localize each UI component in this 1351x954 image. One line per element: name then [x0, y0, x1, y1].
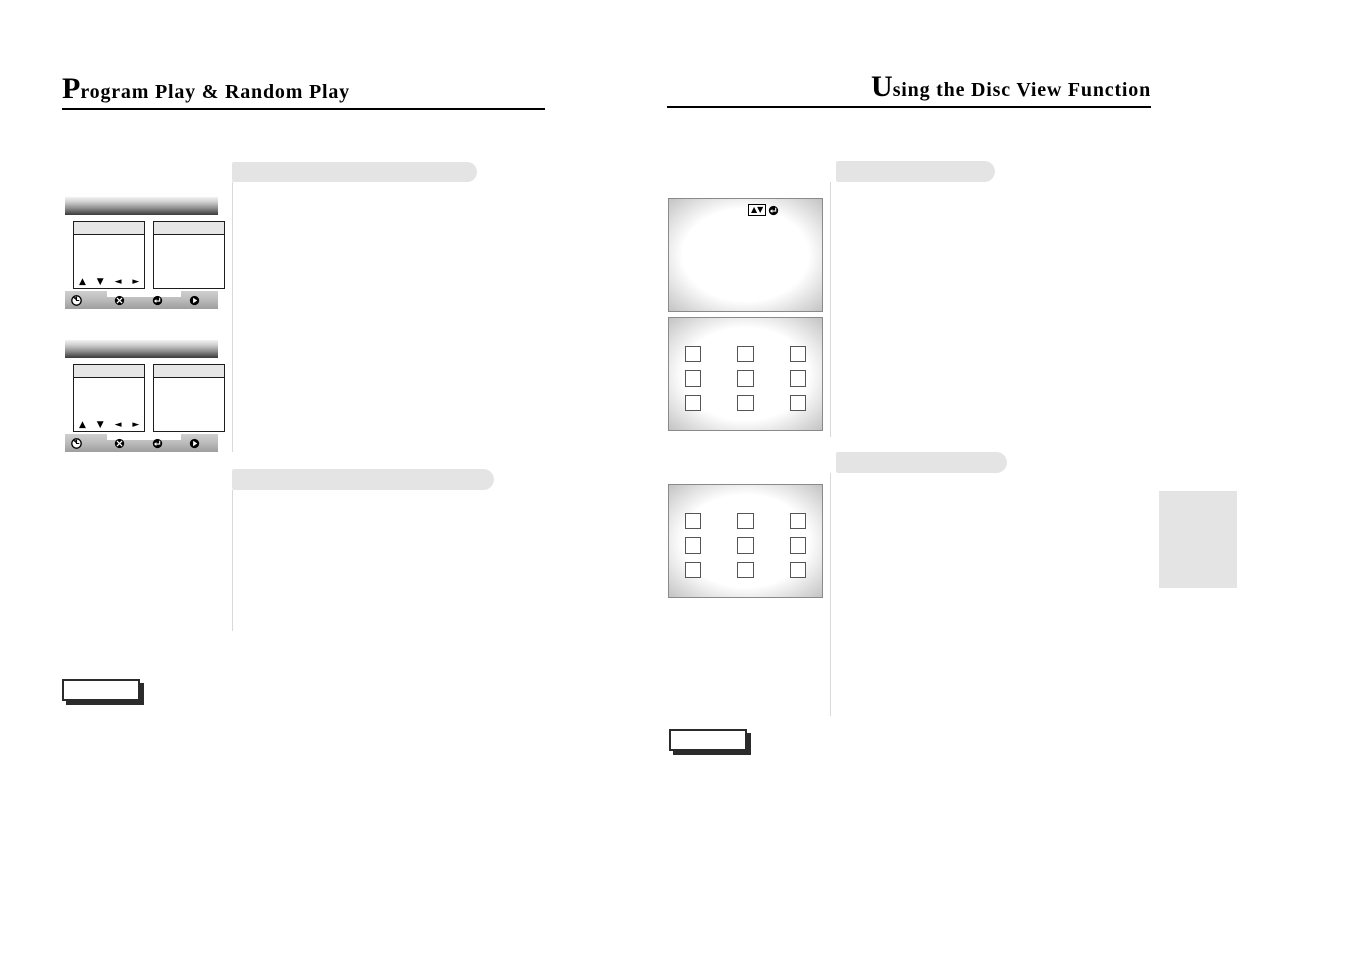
thumbnail-cell — [737, 370, 754, 387]
section-header-thumbnail-view — [836, 452, 1007, 473]
osd-direction-arrows-icon: ▲ ▼ ◄ ► — [79, 277, 144, 287]
cancel-icon — [114, 438, 125, 449]
left-page-title: Program Play & Random Play — [62, 74, 350, 104]
right-title-dropcap: U — [871, 70, 893, 103]
osd-body: ▲ ▼ ◄ ► — [65, 358, 225, 434]
repeat-icon — [71, 295, 82, 306]
osd-hint-badge: ▲▼ — [748, 204, 779, 216]
left-title-text: rogram Play & Random Play — [80, 81, 350, 103]
right-title-text: sing the Disc View Function — [892, 79, 1151, 101]
thumbnail-cell — [685, 513, 702, 530]
tv-screen-thumbnail-grid-2 — [668, 484, 823, 598]
cancel-icon — [114, 295, 125, 306]
section-body-rule-program-play — [232, 182, 233, 452]
left-title-dropcap: P — [62, 72, 81, 105]
play-icon — [189, 438, 200, 449]
osd-panel-left-rows — [74, 378, 144, 382]
play-icon — [189, 295, 200, 306]
tv-screen-blank: ▲▼ — [668, 198, 823, 312]
osd-panel-right — [153, 364, 225, 432]
tv-screen-thumbnail-grid-1 — [668, 317, 823, 431]
osd-footer-toolbar — [65, 291, 218, 309]
osd-body: ▲ ▼ ◄ ► — [65, 215, 225, 291]
enter-icon — [152, 438, 163, 449]
thumbnail-cell — [789, 537, 806, 554]
osd-panel-left-rows — [74, 235, 144, 239]
thumbnail-cell — [685, 537, 702, 554]
thumbnail-cell — [789, 394, 806, 411]
section-header-random-play — [232, 469, 494, 490]
right-page-title: Using the Disc View Function — [666, 72, 1151, 102]
thumbnail-cell — [737, 346, 754, 363]
thumbnail-cell — [737, 513, 754, 530]
manual-page-spread: Program Play & Random Play ▲ ▼ ◄ ► ▲ ▼ ◄… — [0, 0, 1351, 954]
thumbnail-grid — [685, 513, 806, 578]
repeat-icon — [71, 438, 82, 449]
thumbnail-cell — [737, 537, 754, 554]
thumbnail-cell — [789, 346, 806, 363]
up-down-arrows-icon: ▲▼ — [748, 204, 767, 216]
thumbnail-cell — [685, 346, 702, 363]
osd-panel-right-rows — [154, 235, 224, 239]
thumbnail-cell — [789, 513, 806, 530]
section-body-rule-thumbnail-view — [830, 473, 831, 716]
osd-panel-right — [153, 221, 225, 289]
osd-panel-left-header — [74, 365, 144, 378]
thumbnail-cell — [685, 370, 702, 387]
thumbnail-cell — [737, 394, 754, 411]
osd-titlebar — [65, 197, 218, 215]
chapter-edge-tab — [1159, 491, 1237, 588]
right-page-number-box — [669, 729, 747, 751]
osd-panel-right-rows — [154, 378, 224, 382]
osd-panel-right-header — [154, 222, 224, 235]
thumbnail-cell — [685, 561, 702, 578]
section-header-program-play — [232, 162, 477, 182]
osd-titlebar — [65, 340, 218, 358]
osd-panel-left-header — [74, 222, 144, 235]
osd-mockup-program-play: ▲ ▼ ◄ ► — [62, 197, 225, 309]
left-title-rule — [62, 108, 545, 110]
enter-icon — [152, 295, 163, 306]
osd-mockup-random-play: ▲ ▼ ◄ ► — [62, 340, 225, 452]
thumbnail-cell — [789, 561, 806, 578]
thumbnail-grid — [685, 346, 806, 411]
section-header-disc-view — [836, 161, 995, 182]
section-body-rule-disc-view — [830, 182, 831, 437]
right-title-rule — [667, 106, 1151, 108]
osd-footer-toolbar — [65, 434, 218, 452]
thumbnail-cell — [685, 394, 702, 411]
enter-icon — [768, 205, 779, 216]
thumbnail-cell — [789, 370, 806, 387]
section-body-rule-random-play — [232, 490, 233, 631]
tv-screen-vignette — [668, 198, 823, 312]
osd-direction-arrows-icon: ▲ ▼ ◄ ► — [79, 420, 144, 430]
thumbnail-cell — [737, 561, 754, 578]
osd-panel-right-header — [154, 365, 224, 378]
left-page-number-box — [62, 679, 140, 701]
